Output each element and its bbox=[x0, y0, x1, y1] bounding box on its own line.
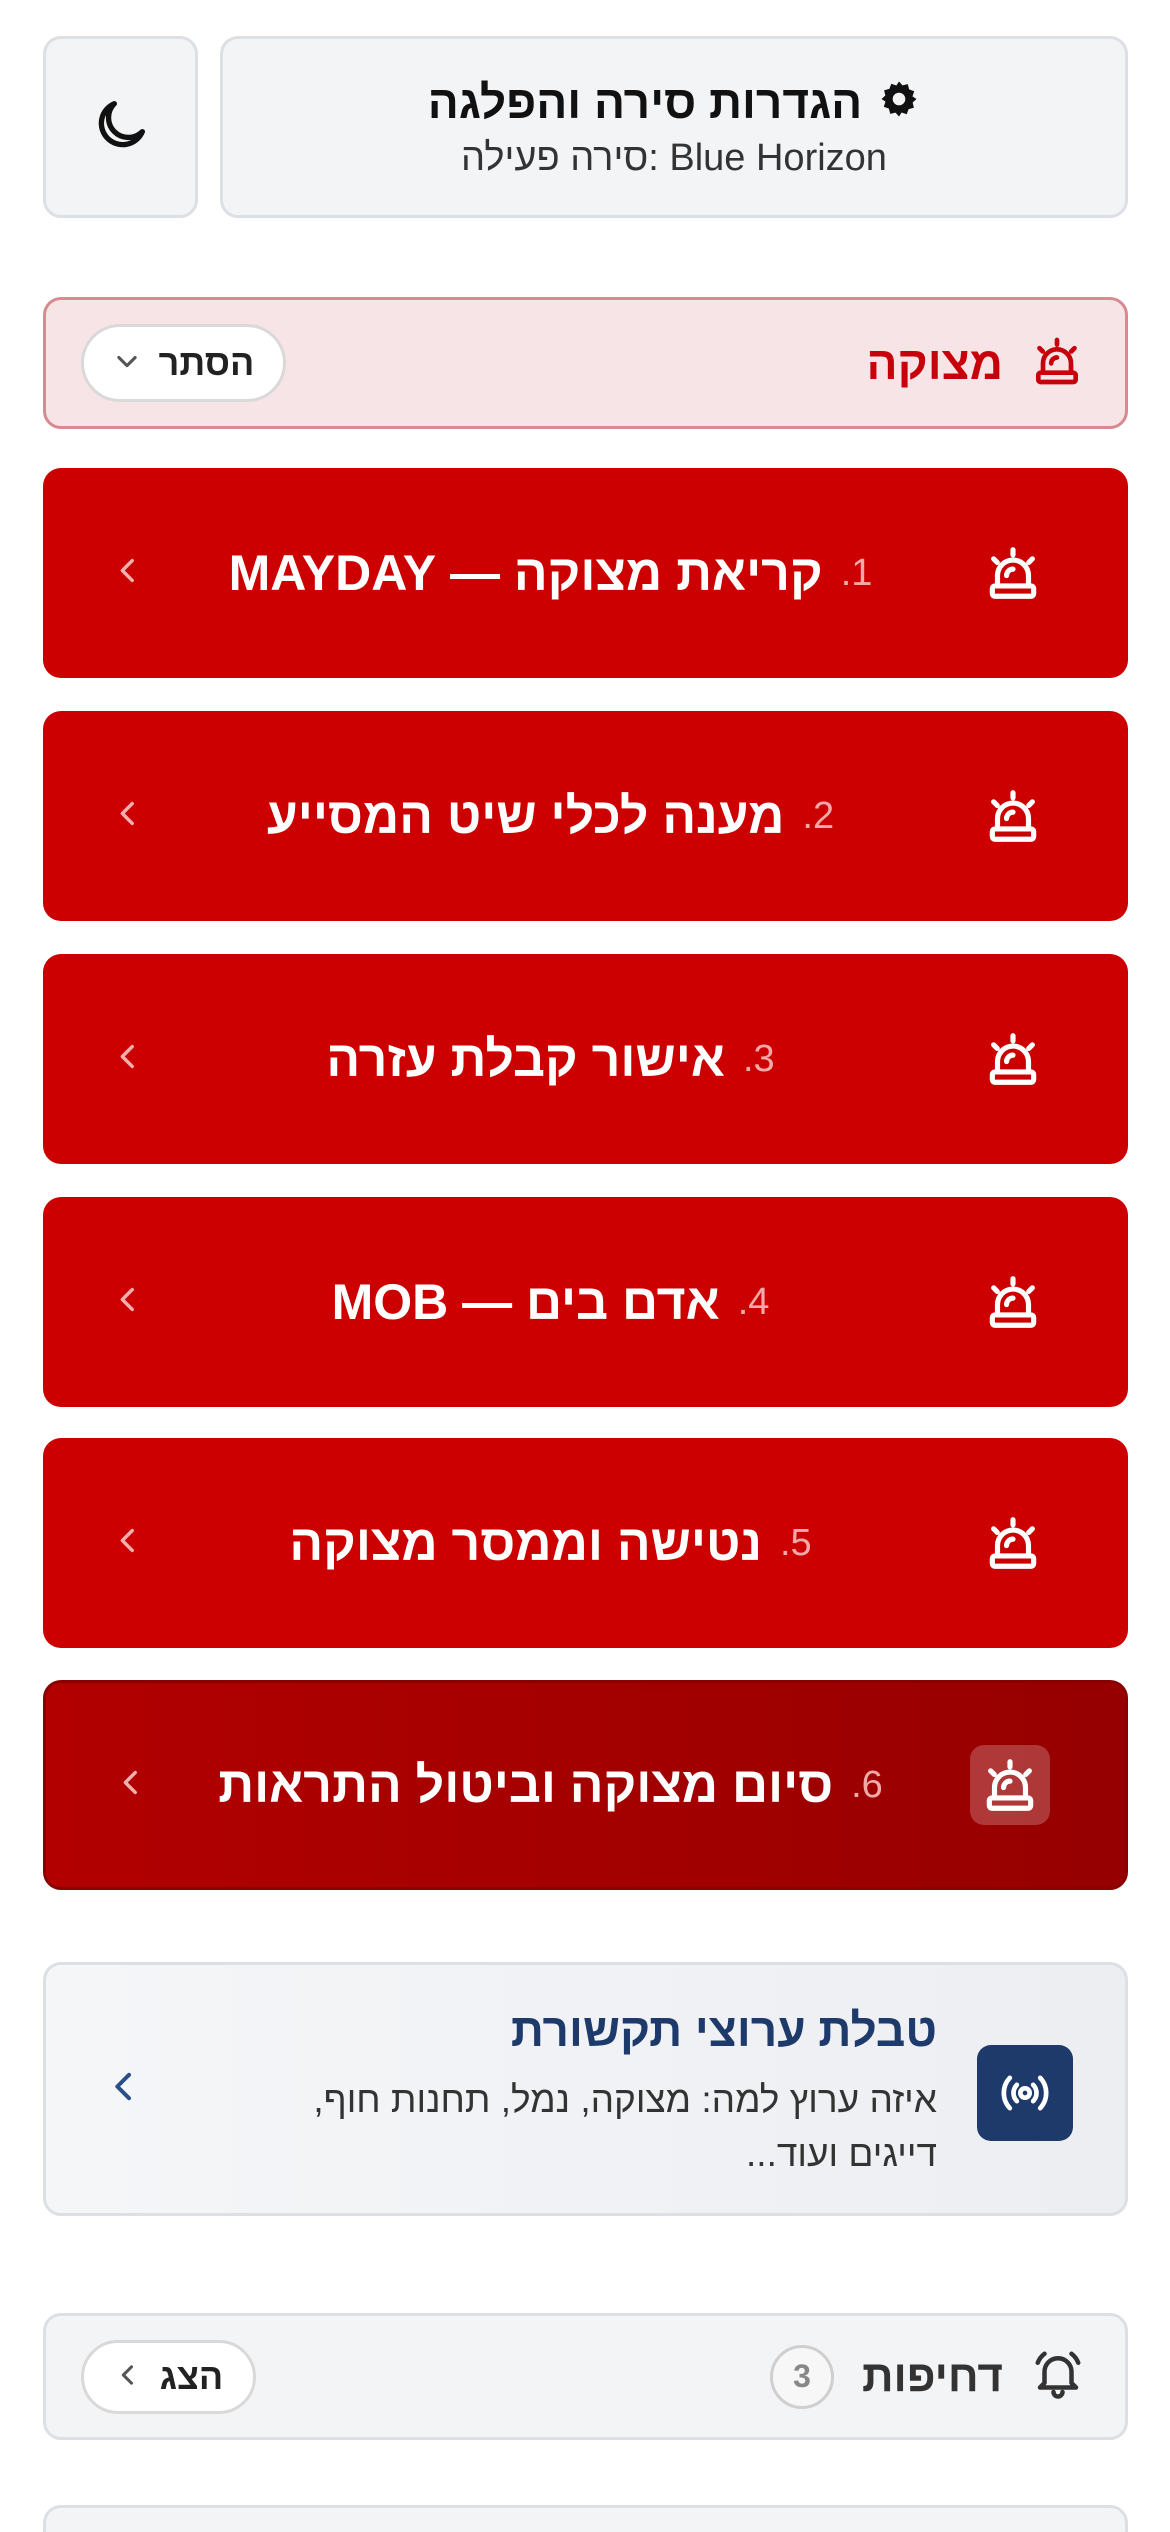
show-label: הצג bbox=[159, 2355, 224, 2397]
siren-icon bbox=[973, 1019, 1053, 1099]
theme-toggle-button[interactable] bbox=[43, 36, 198, 218]
alerts-card: הצג דחיפות 3 bbox=[43, 2313, 1128, 2440]
chevron-left-icon bbox=[114, 1766, 148, 1805]
page-title: הגדרות סירה והפלגה bbox=[427, 75, 863, 128]
chevron-left-icon bbox=[111, 797, 145, 836]
comm-channels-card[interactable]: טבלת ערוצי תקשורת איזה ערוץ למה: מצוקה, … bbox=[43, 1962, 1128, 2216]
item-label: נטישה וממסר מצוקה bbox=[289, 1515, 762, 1571]
active-boat-subtitle: סירה פעילה: Blue Horizon bbox=[461, 136, 887, 179]
item-label: סיום מצוקה וביטול התראות bbox=[218, 1757, 834, 1813]
emergency-item-5[interactable]: 5. נטישה וממסר מצוקה bbox=[43, 1438, 1128, 1648]
siren-icon bbox=[970, 1745, 1050, 1825]
chevron-down-icon bbox=[113, 342, 141, 384]
chevron-left-icon bbox=[104, 2067, 144, 2112]
page-header: הגדרות סירה והפלגה סירה פעילה: Blue Hori… bbox=[220, 36, 1128, 218]
item-number: 3. bbox=[742, 1037, 775, 1080]
item-number: 4. bbox=[737, 1280, 770, 1323]
broadcast-icon bbox=[977, 2045, 1073, 2141]
chevron-left-icon bbox=[114, 2356, 142, 2398]
chevron-left-icon bbox=[111, 1040, 145, 1079]
emergency-section-header: הסתר מצוקה bbox=[43, 297, 1128, 429]
hide-label: הסתר bbox=[158, 342, 255, 383]
siren-icon bbox=[973, 533, 1053, 613]
next-card-peek bbox=[43, 2505, 1128, 2532]
item-number: 1. bbox=[840, 551, 873, 594]
comm-card-title: טבלת ערוצי תקשורת bbox=[510, 2004, 937, 2056]
emergency-item-2[interactable]: 2. מענה לכלי שיט המסייע bbox=[43, 711, 1128, 921]
item-label: קריאת מצוקה — MAYDAY bbox=[228, 545, 823, 601]
show-alerts-button[interactable]: הצג bbox=[81, 2339, 256, 2414]
alerts-title: דחיפות bbox=[861, 2351, 1003, 2401]
alerts-count-badge: 3 bbox=[769, 2344, 834, 2409]
siren-icon bbox=[973, 1262, 1053, 1342]
siren-icon bbox=[973, 776, 1053, 856]
siren-icon bbox=[1029, 333, 1085, 394]
emergency-section-title: מצוקה bbox=[866, 337, 1003, 389]
emergency-item-3[interactable]: 3. אישור קבלת עזרה bbox=[43, 954, 1128, 1164]
item-label: מענה לכלי שיט המסייע bbox=[266, 788, 785, 844]
comm-card-description: איזה ערוץ למה: מצוקה, נמל, תחנות חוף, די… bbox=[313, 2079, 937, 2174]
hide-section-button[interactable]: הסתר bbox=[81, 324, 286, 402]
item-number: 5. bbox=[779, 1521, 812, 1564]
chevron-left-icon bbox=[111, 1283, 145, 1322]
gear-icon bbox=[878, 78, 920, 125]
item-number: 6. bbox=[851, 1763, 883, 1806]
emergency-item-1[interactable]: 1. קריאת מצוקה — MAYDAY bbox=[43, 468, 1128, 678]
emergency-item-4[interactable]: 4. אדם בים — MOB bbox=[43, 1197, 1128, 1407]
item-label: אישור קבלת עזרה bbox=[326, 1031, 725, 1087]
item-label: אדם בים — MOB bbox=[331, 1274, 720, 1330]
chevron-left-icon bbox=[111, 1524, 145, 1563]
emergency-item-6[interactable]: 6. סיום מצוקה וביטול התראות bbox=[43, 1680, 1128, 1890]
item-number: 2. bbox=[802, 794, 835, 837]
bell-icon bbox=[1031, 2347, 1085, 2406]
chevron-left-icon bbox=[111, 554, 145, 593]
moon-icon bbox=[89, 93, 153, 162]
siren-icon bbox=[973, 1503, 1053, 1583]
